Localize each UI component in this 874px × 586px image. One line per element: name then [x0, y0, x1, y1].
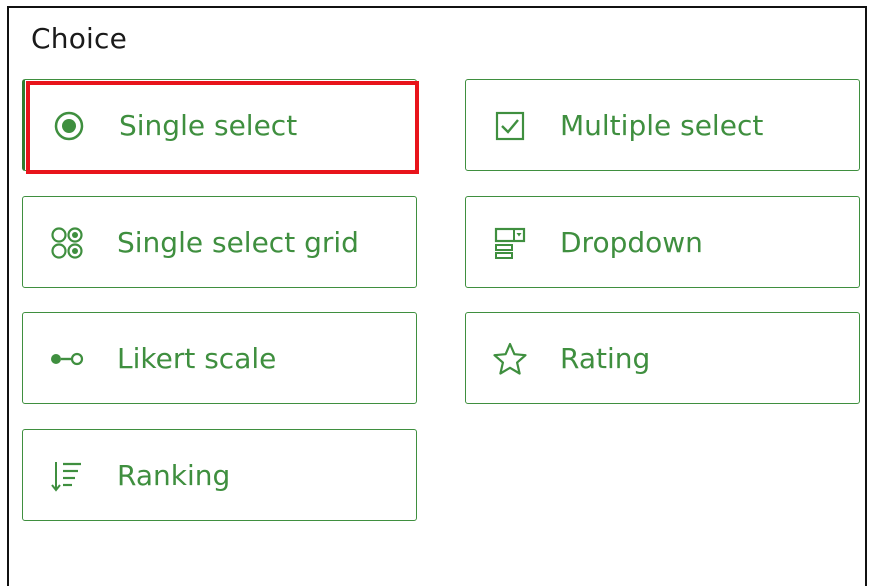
option-label: Multiple select [560, 109, 764, 142]
option-single-select-grid[interactable]: Single select grid [22, 196, 417, 288]
dropdown-icon [490, 223, 530, 263]
option-multiple-select[interactable]: Multiple select [465, 79, 860, 171]
option-label: Rating [560, 342, 651, 375]
option-likert-scale[interactable]: Likert scale [22, 312, 417, 404]
option-label: Ranking [117, 459, 231, 492]
option-label: Dropdown [560, 226, 703, 259]
likert-scale-icon [47, 339, 87, 379]
option-label: Single select grid [117, 226, 359, 259]
option-ranking[interactable]: Ranking [22, 429, 417, 521]
checkbox-icon [490, 106, 530, 146]
radio-button-icon [49, 106, 89, 146]
option-dropdown[interactable]: Dropdown [465, 196, 860, 288]
section-title: Choice [31, 22, 128, 55]
option-label: Likert scale [117, 342, 277, 375]
ranking-icon [47, 456, 87, 496]
option-label: Single select [119, 109, 298, 142]
option-rating[interactable]: Rating [465, 312, 860, 404]
star-icon [490, 339, 530, 379]
option-single-select[interactable]: Single select [22, 79, 417, 171]
radio-grid-icon [47, 223, 87, 263]
